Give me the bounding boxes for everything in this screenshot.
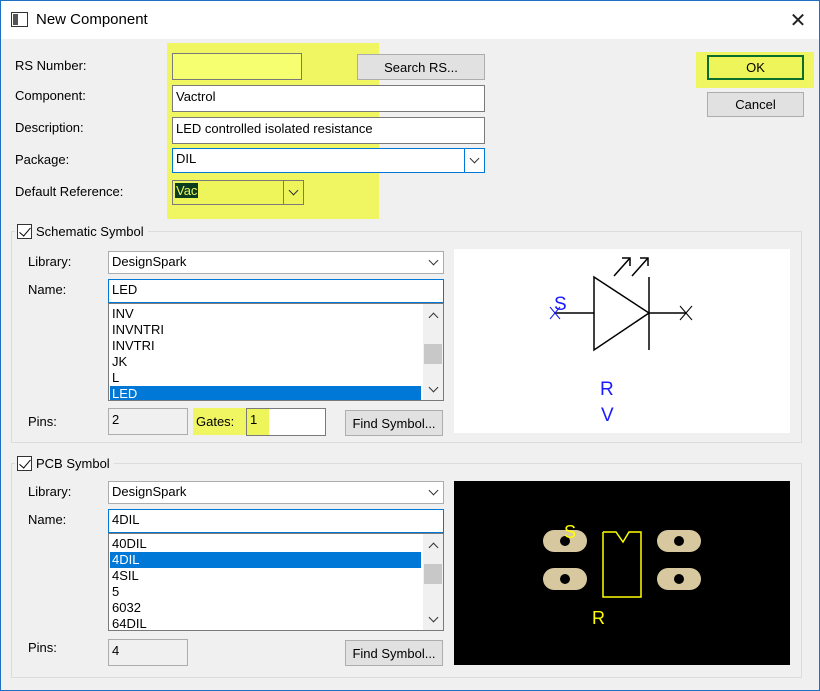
scroll-thumb[interactable]: [424, 344, 442, 364]
chevron-up-icon: [428, 312, 438, 322]
default-reference-value: Vac: [175, 183, 199, 198]
schematic-symbol-title: Schematic Symbol: [36, 223, 144, 239]
schematic-library-value: DesignSpark: [112, 254, 187, 269]
pcb-find-symbol-button[interactable]: Find Symbol...: [345, 640, 443, 666]
dialog-window: New Component ✕ RS Number: Search RS... …: [0, 0, 820, 691]
default-reference-label: Default Reference:: [15, 184, 124, 199]
list-item[interactable]: INVNTRI: [110, 322, 421, 338]
pcb-pins-label: Pins:: [28, 640, 57, 655]
schematic-pins-field: 2: [108, 408, 188, 435]
list-item[interactable]: 40DIL: [110, 536, 421, 552]
close-icon: ✕: [789, 9, 807, 32]
rs-number-label: RS Number:: [15, 58, 87, 73]
schematic-library-dropdown-button[interactable]: [423, 252, 443, 273]
list-item-selected[interactable]: LED: [110, 386, 421, 400]
pcb-symbol-list[interactable]: 40DIL 4DIL 4SIL 5 6032 64DIL: [108, 533, 444, 631]
chevron-up-icon: [428, 542, 438, 552]
schematic-symbol-list[interactable]: INV INVNTRI INVTRI JK L LED: [108, 303, 444, 401]
window-icon: [11, 12, 28, 27]
component-label: Component:: [15, 88, 86, 103]
close-button[interactable]: ✕: [777, 1, 819, 39]
pcb-name-input[interactable]: 4DIL: [108, 509, 444, 533]
schematic-name-input[interactable]: LED: [108, 279, 444, 303]
chevron-down-icon: [428, 485, 438, 496]
gates-input[interactable]: 1: [246, 408, 326, 436]
pcb-list-scrollbar[interactable]: [423, 534, 443, 630]
title-bar: New Component ✕: [1, 1, 819, 39]
chevron-down-icon: [428, 382, 438, 392]
chevron-down-icon: [288, 185, 299, 196]
schematic-value-label: V: [601, 405, 614, 426]
default-reference-dropdown-button[interactable]: [283, 181, 303, 204]
pcb-library-label: Library:: [28, 484, 72, 499]
list-item[interactable]: 5: [110, 584, 421, 600]
schematic-preview-background: [454, 249, 790, 433]
schematic-list-items: INV INVNTRI INVTRI JK L LED: [110, 306, 421, 400]
list-item[interactable]: JK: [110, 354, 421, 370]
scroll-down-button[interactable]: [423, 380, 443, 398]
cancel-button[interactable]: Cancel: [707, 92, 804, 117]
pcb-library-dropdown-button[interactable]: [423, 482, 443, 503]
package-select[interactable]: DIL: [172, 148, 485, 173]
schematic-find-symbol-button[interactable]: Find Symbol...: [345, 410, 443, 436]
chevron-down-icon: [428, 255, 438, 266]
description-label: Description:: [15, 120, 84, 135]
pcb-symbol-title: PCB Symbol: [36, 455, 110, 471]
list-item[interactable]: 6032: [110, 600, 421, 616]
list-item[interactable]: INV: [110, 306, 421, 322]
window-title: New Component: [36, 11, 148, 28]
pcb-preview-background: [454, 481, 790, 665]
scroll-up-button[interactable]: [423, 536, 443, 554]
list-item-selected[interactable]: 4DIL: [110, 552, 421, 568]
pcb-pins-field: 4: [108, 639, 188, 666]
schematic-list-scrollbar[interactable]: [423, 304, 443, 400]
default-reference-select[interactable]: Vac: [172, 180, 304, 205]
pcb-library-value: DesignSpark: [112, 484, 187, 499]
package-value: DIL: [176, 151, 197, 166]
schematic-symbol-checkbox[interactable]: [17, 223, 32, 239]
schematic-library-label: Library:: [28, 254, 72, 269]
pcb-ref-label: R: [592, 608, 605, 628]
list-item[interactable]: L: [110, 370, 421, 386]
description-input[interactable]: LED controlled isolated resistance: [172, 117, 485, 144]
schematic-symbol-header: Schematic Symbol: [15, 222, 148, 240]
pcb-name-label: Name:: [28, 512, 67, 527]
scroll-up-button[interactable]: [423, 306, 443, 324]
chevron-down-icon: [428, 612, 438, 622]
schematic-pins-label: Pins:: [28, 414, 57, 429]
list-item[interactable]: 4SIL: [110, 568, 421, 584]
pcb-pin-label: S: [564, 522, 576, 542]
schematic-preview: S R V: [454, 249, 790, 433]
ok-button[interactable]: OK: [707, 55, 804, 80]
schematic-library-select[interactable]: DesignSpark: [108, 251, 444, 274]
pcb-library-select[interactable]: DesignSpark: [108, 481, 444, 504]
package-dropdown-button[interactable]: [464, 149, 484, 172]
rs-number-input[interactable]: [172, 53, 302, 80]
package-label: Package:: [15, 152, 70, 167]
pcb-symbol-header: PCB Symbol: [15, 454, 114, 472]
pcb-preview: S R: [454, 481, 790, 665]
list-item[interactable]: INVTRI: [110, 338, 421, 354]
pcb-list-items: 40DIL 4DIL 4SIL 5 6032 64DIL: [110, 536, 421, 630]
scroll-thumb[interactable]: [424, 564, 442, 584]
component-input[interactable]: Vactrol: [172, 85, 485, 112]
search-rs-button[interactable]: Search RS...: [357, 54, 485, 80]
schematic-pin-label: S: [554, 294, 567, 315]
scroll-down-button[interactable]: [423, 610, 443, 628]
chevron-down-icon: [469, 153, 480, 164]
pcb-symbol-checkbox[interactable]: [17, 455, 32, 471]
list-item[interactable]: 64DIL: [110, 616, 421, 630]
schematic-name-label: Name:: [28, 282, 67, 297]
gates-label: Gates:: [196, 414, 235, 429]
schematic-ref-label: R: [600, 379, 614, 400]
